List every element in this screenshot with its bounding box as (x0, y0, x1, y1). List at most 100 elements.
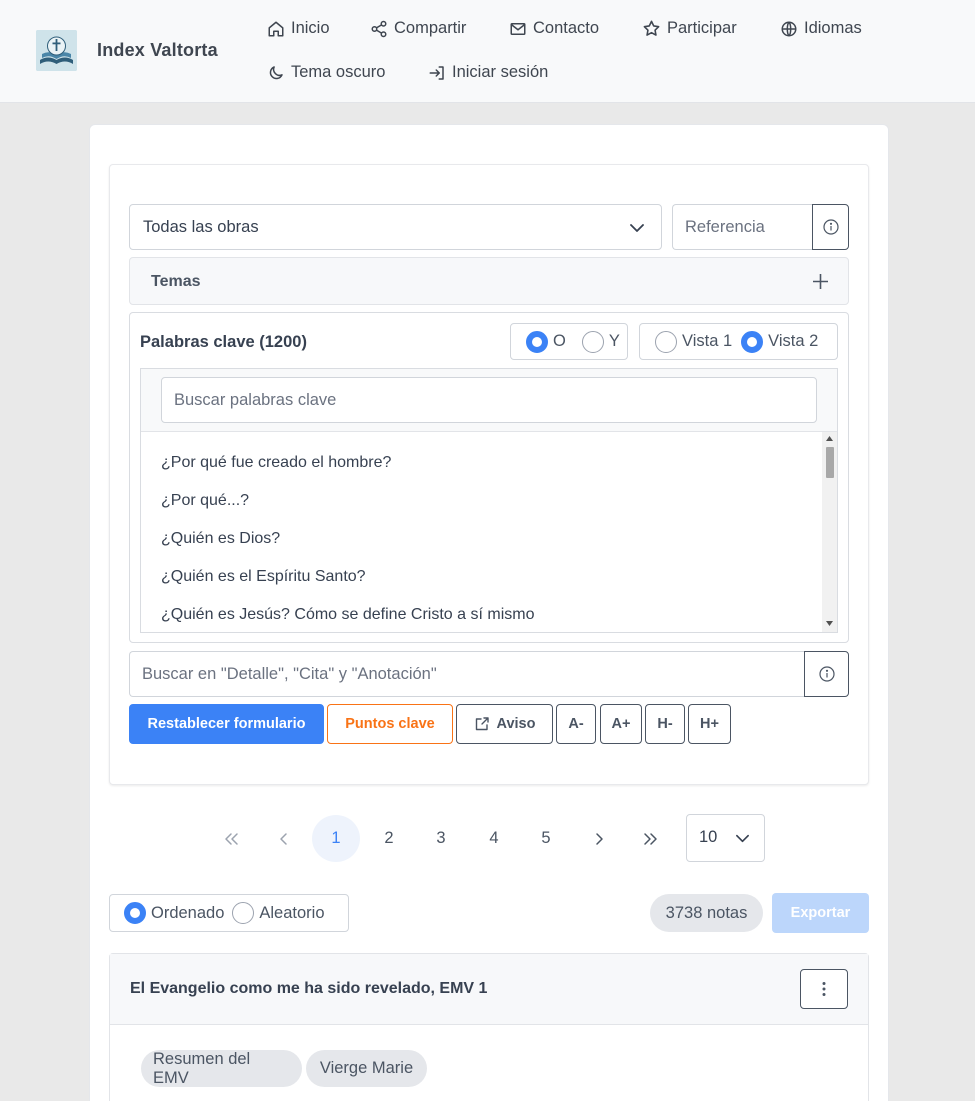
keyword-item[interactable]: ¿Por qué fue creado el hombre? (161, 454, 391, 472)
info-icon (822, 219, 839, 235)
key-points-button[interactable]: Puntos clave (327, 704, 453, 744)
keyword-item[interactable]: ¿Por qué...? (161, 492, 249, 510)
share-icon (371, 20, 387, 37)
order-radio-group: Ordenado Aleatorio (109, 894, 349, 932)
prev-page-button[interactable] (260, 815, 308, 862)
scroll-down-arrow-icon[interactable] (826, 621, 833, 626)
chevrons-left-icon (225, 832, 238, 845)
page-button-2[interactable]: 2 (365, 815, 413, 862)
logic-or-label: O (553, 332, 566, 350)
keyword-search-input[interactable] (161, 377, 817, 423)
brand[interactable]: Index Valtorta (36, 30, 218, 71)
scrollbar-thumb[interactable] (826, 447, 834, 478)
nav-inicio[interactable]: Inicio (267, 19, 330, 38)
order-random-option[interactable]: Aleatorio (232, 902, 325, 924)
keywords-title: Palabras clave (1200) (140, 333, 307, 351)
radio-unchecked[interactable] (581, 330, 604, 353)
radio-unchecked[interactable] (655, 330, 677, 353)
page-button-3[interactable]: 3 (417, 815, 465, 862)
keywords-list: ¿Por qué fue creado el hombre? ¿Por qué.… (141, 432, 823, 632)
result-tag[interactable]: Vierge Marie (306, 1050, 427, 1087)
themes-label: Temas (151, 273, 201, 290)
external-link-icon (475, 717, 489, 731)
logic-or-option[interactable]: O (526, 330, 566, 353)
page-size-select[interactable]: 10 (686, 814, 765, 862)
page-button-1[interactable]: 1 (312, 815, 360, 862)
page-size-value: 10 (699, 828, 718, 846)
results-count-badge: 3738 notas (650, 894, 763, 932)
reset-form-button[interactable]: Restablecer formulario (129, 704, 324, 744)
chevron-down-icon (630, 224, 644, 232)
scroll-up-arrow-icon[interactable] (826, 436, 833, 441)
nav-contacto[interactable]: Contacto (509, 19, 599, 38)
first-page-button[interactable] (207, 815, 255, 862)
nav-iniciar-sesion[interactable]: Iniciar sesión (428, 63, 548, 82)
detail-info-button[interactable] (804, 651, 849, 697)
radio-checked[interactable] (526, 330, 548, 353)
result-tag[interactable]: Resumen del EMV (141, 1050, 302, 1087)
chevron-down-icon (736, 834, 749, 843)
result-title: El Evangelio como me ha sido revelado, E… (130, 980, 488, 997)
height-increase-button[interactable]: H+ (688, 704, 731, 744)
logic-and-option[interactable]: Y (581, 330, 620, 353)
view-radio-group: Vista 1 Vista 2 (639, 323, 838, 360)
notice-button[interactable]: Aviso (456, 704, 553, 744)
page-button-4[interactable]: 4 (470, 815, 518, 862)
detail-search-input[interactable] (129, 651, 805, 697)
works-select-value: Todas las obras (143, 218, 259, 236)
keyword-search-area (141, 369, 837, 432)
result-card-header: El Evangelio como me ha sido revelado, E… (110, 954, 868, 1025)
height-decrease-button[interactable]: H- (645, 704, 685, 744)
nav-tema-oscuro[interactable]: Tema oscuro (267, 63, 385, 82)
home-icon (268, 21, 284, 36)
nav-participar[interactable]: Participar (642, 19, 737, 38)
chevron-right-icon (596, 832, 603, 845)
random-label: Aleatorio (259, 903, 325, 922)
chevrons-right-icon (644, 832, 657, 845)
login-icon (429, 65, 444, 80)
nav-compartir[interactable]: Compartir (370, 19, 466, 38)
font-increase-button[interactable]: A+ (600, 704, 642, 744)
reference-input[interactable] (672, 204, 812, 250)
result-menu-button[interactable] (800, 969, 848, 1009)
works-select[interactable]: Todas las obras (129, 204, 662, 250)
kebab-menu-icon (822, 982, 826, 996)
notice-label: Aviso (496, 716, 536, 732)
nav-label: Contacto (533, 19, 600, 37)
logic-and-label: Y (608, 332, 620, 350)
radio-checked[interactable] (124, 902, 146, 924)
nav-label: Compartir (394, 19, 467, 37)
mail-icon (510, 22, 526, 35)
themes-accordion[interactable]: Temas (129, 257, 849, 305)
order-ordered-option[interactable]: Ordenado (124, 902, 224, 924)
logic-radio-group: O Y (510, 323, 628, 360)
nav-label: Idiomas (804, 19, 862, 37)
keyword-item[interactable]: ¿Quién es el Espíritu Santo? (161, 568, 366, 586)
nav-label: Iniciar sesión (452, 63, 549, 81)
nav-label: Inicio (291, 19, 330, 37)
nav-label: Participar (667, 19, 737, 37)
keyword-item[interactable]: ¿Quién es Dios? (161, 530, 280, 548)
page-button-5[interactable]: 5 (522, 815, 570, 862)
brand-name: Index Valtorta (97, 40, 218, 60)
next-page-button[interactable] (575, 815, 623, 862)
plus-icon (813, 274, 828, 289)
ordered-label: Ordenado (151, 903, 225, 922)
export-button[interactable]: Exportar (772, 893, 869, 933)
keyword-item[interactable]: ¿Quién es Jesús? Cómo se define Cristo a… (161, 606, 534, 624)
keywords-list-box: ¿Por qué fue creado el hombre? ¿Por qué.… (140, 368, 838, 633)
top-navbar: Index Valtorta Inicio Compartir Contacto… (0, 0, 975, 103)
chevron-left-icon (280, 832, 287, 845)
info-icon (818, 666, 835, 682)
reference-info-button[interactable] (812, 204, 849, 250)
keywords-scrollbar[interactable] (822, 432, 837, 632)
font-decrease-button[interactable]: A- (556, 704, 596, 744)
radio-checked[interactable] (741, 330, 764, 353)
view-1-label: Vista 1 (682, 332, 733, 350)
view-2-option[interactable]: Vista 2 (741, 330, 818, 353)
last-page-button[interactable] (627, 815, 675, 862)
radio-unchecked[interactable] (232, 902, 255, 924)
logo-icon (36, 30, 77, 71)
nav-idiomas[interactable]: Idiomas (780, 19, 862, 38)
view-1-option[interactable]: Vista 1 (655, 330, 733, 353)
